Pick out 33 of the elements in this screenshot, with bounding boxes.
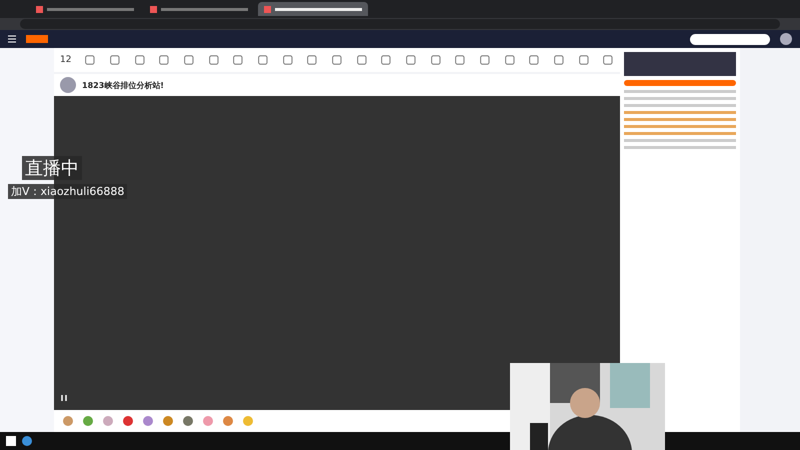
toolbar-icon[interactable] xyxy=(208,53,220,67)
toolbar-icon[interactable] xyxy=(454,53,466,67)
pause-icon[interactable] xyxy=(60,394,68,402)
toolbar-icon[interactable] xyxy=(602,53,614,67)
toolbar-icon[interactable] xyxy=(257,53,269,67)
avatar-icon[interactable] xyxy=(780,33,792,45)
toolbar-icon[interactable] xyxy=(552,53,565,67)
menu-icon[interactable] xyxy=(8,35,16,43)
toolbar-icon[interactable] xyxy=(134,53,146,67)
toolbar-icon[interactable] xyxy=(158,53,170,67)
toolbar-icon[interactable] xyxy=(380,53,392,67)
overlay-title: 直播中 xyxy=(22,156,82,180)
toolbar-icon[interactable] xyxy=(331,53,343,67)
toolbar-icon[interactable] xyxy=(183,53,195,67)
room-title: 1823峡谷排位分析站! xyxy=(82,80,164,90)
toolbar-icon[interactable] xyxy=(504,53,516,67)
toolbar-icon[interactable] xyxy=(430,53,442,67)
toolbar-icon[interactable] xyxy=(578,53,590,67)
toolbar-icon[interactable] xyxy=(528,53,540,67)
toolbar-icon[interactable] xyxy=(404,53,417,67)
toolbar-icon[interactable] xyxy=(84,53,96,67)
overlay-contact: 加V：xiaozhuli66888 xyxy=(8,184,128,199)
streamer-avatar xyxy=(60,77,76,93)
toolbar-icon[interactable] xyxy=(109,53,121,67)
count-label: 12 xyxy=(60,55,72,65)
search-field[interactable] xyxy=(690,34,770,44)
browser-tab[interactable] xyxy=(258,2,368,16)
browser-icon[interactable] xyxy=(22,436,32,446)
toolbar-icon[interactable] xyxy=(356,53,368,67)
toolbar-icon[interactable] xyxy=(478,53,491,67)
toolbar-icon[interactable] xyxy=(306,53,318,67)
toolbar-icon[interactable] xyxy=(282,53,294,67)
toolbar-icon[interactable] xyxy=(232,53,244,67)
